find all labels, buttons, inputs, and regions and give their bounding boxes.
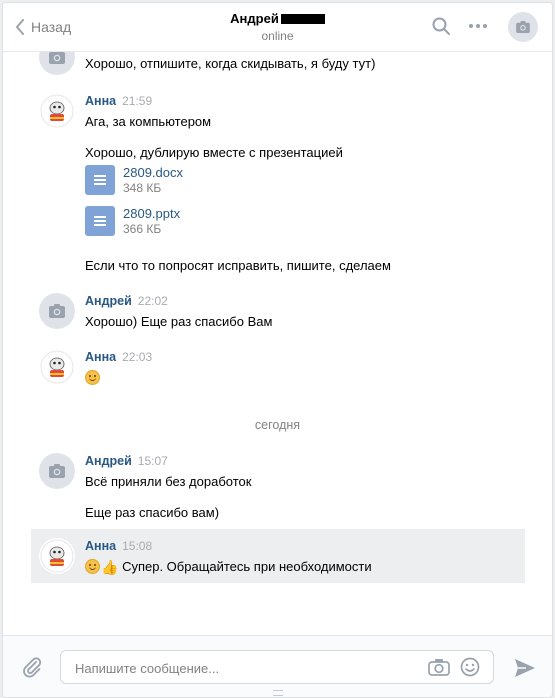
chat-title[interactable]: Андрей [230,11,279,26]
author-name[interactable]: Андрей [85,454,132,468]
avatar[interactable] [39,453,75,489]
chat-header: Назад Андрей online [3,3,552,52]
doc-size: 348 КБ [123,181,162,195]
search-icon [432,17,450,35]
message-time[interactable]: 15:07 [138,454,168,468]
message-text: Еще раз спасибо вам) [85,505,220,520]
message-history[interactable]: Хорошо, отпишите, когда скидывать, я буд… [3,3,552,635]
document-icon [85,165,115,195]
smile-emoji-icon [85,559,100,574]
doc-name[interactable]: 2809.pptx [123,206,180,222]
composer [3,635,552,697]
send-button[interactable] [514,658,536,683]
avatar[interactable] [39,538,75,574]
message-input[interactable] [73,651,417,685]
avatar[interactable] [39,93,75,129]
message-text: Хорошо, отпишите, когда скидывать, я буд… [85,56,376,71]
chat-window: Хорошо, отпишите, когда скидывать, я буд… [2,2,553,698]
avatar-sticker-icon [40,350,74,384]
message-text: Ага, за компьютером [85,114,212,129]
message-time[interactable]: 22:02 [138,294,168,308]
camera-icon [428,659,450,676]
message-text: Хорошо, дублирую вместе с презентацией [85,145,343,160]
avatar-sticker-icon [40,539,74,573]
author-name[interactable]: Анна [85,539,116,553]
chat-avatar[interactable] [508,12,538,42]
avatar[interactable] [39,349,75,385]
message-text: Супер. Обращайтесь при необходимости [122,559,372,574]
smile-emoji-icon [85,370,100,385]
thumbs-up-emoji-icon: 👍 [101,559,119,575]
attachment-doc[interactable]: 2809.pptx 366 КБ [85,206,180,237]
camera-icon [49,304,65,318]
send-icon [515,659,535,677]
emoji-button[interactable] [460,657,480,682]
message-time[interactable]: 22:03 [122,350,152,364]
resize-handle[interactable] [273,690,283,696]
message-time[interactable]: 21:59 [122,94,152,108]
attachment-doc[interactable]: 2809.docx 348 КБ [85,165,183,196]
avatar-sticker-icon [40,94,74,128]
camera-icon [49,464,65,478]
more-icon [469,24,487,28]
camera-icon [516,21,530,33]
doc-size: 366 КБ [123,222,162,236]
emoji-icon [460,657,480,677]
more-button[interactable] [468,19,488,38]
document-icon [85,206,115,236]
photo-button[interactable] [428,658,450,681]
message-time[interactable]: 15:08 [122,539,152,553]
attach-button[interactable] [21,656,43,683]
day-divider: сегодня [254,418,301,432]
message-input-box[interactable] [60,650,494,685]
redaction-bar [280,14,325,24]
message-text: Всё приняли без доработок [85,474,252,489]
search-button[interactable] [432,17,450,40]
message-text: Если что то попросят исправить, пишите, … [85,258,391,273]
camera-icon [49,50,65,64]
doc-name[interactable]: 2809.docx [123,165,183,181]
author-name[interactable]: Анна [85,94,116,108]
author-name[interactable]: Анна [85,350,116,364]
message-text: Хорошо) Еще раз спасибо Вам [85,314,273,329]
avatar[interactable] [39,293,75,329]
author-name[interactable]: Андрей [85,294,132,308]
paperclip-icon [23,657,42,678]
